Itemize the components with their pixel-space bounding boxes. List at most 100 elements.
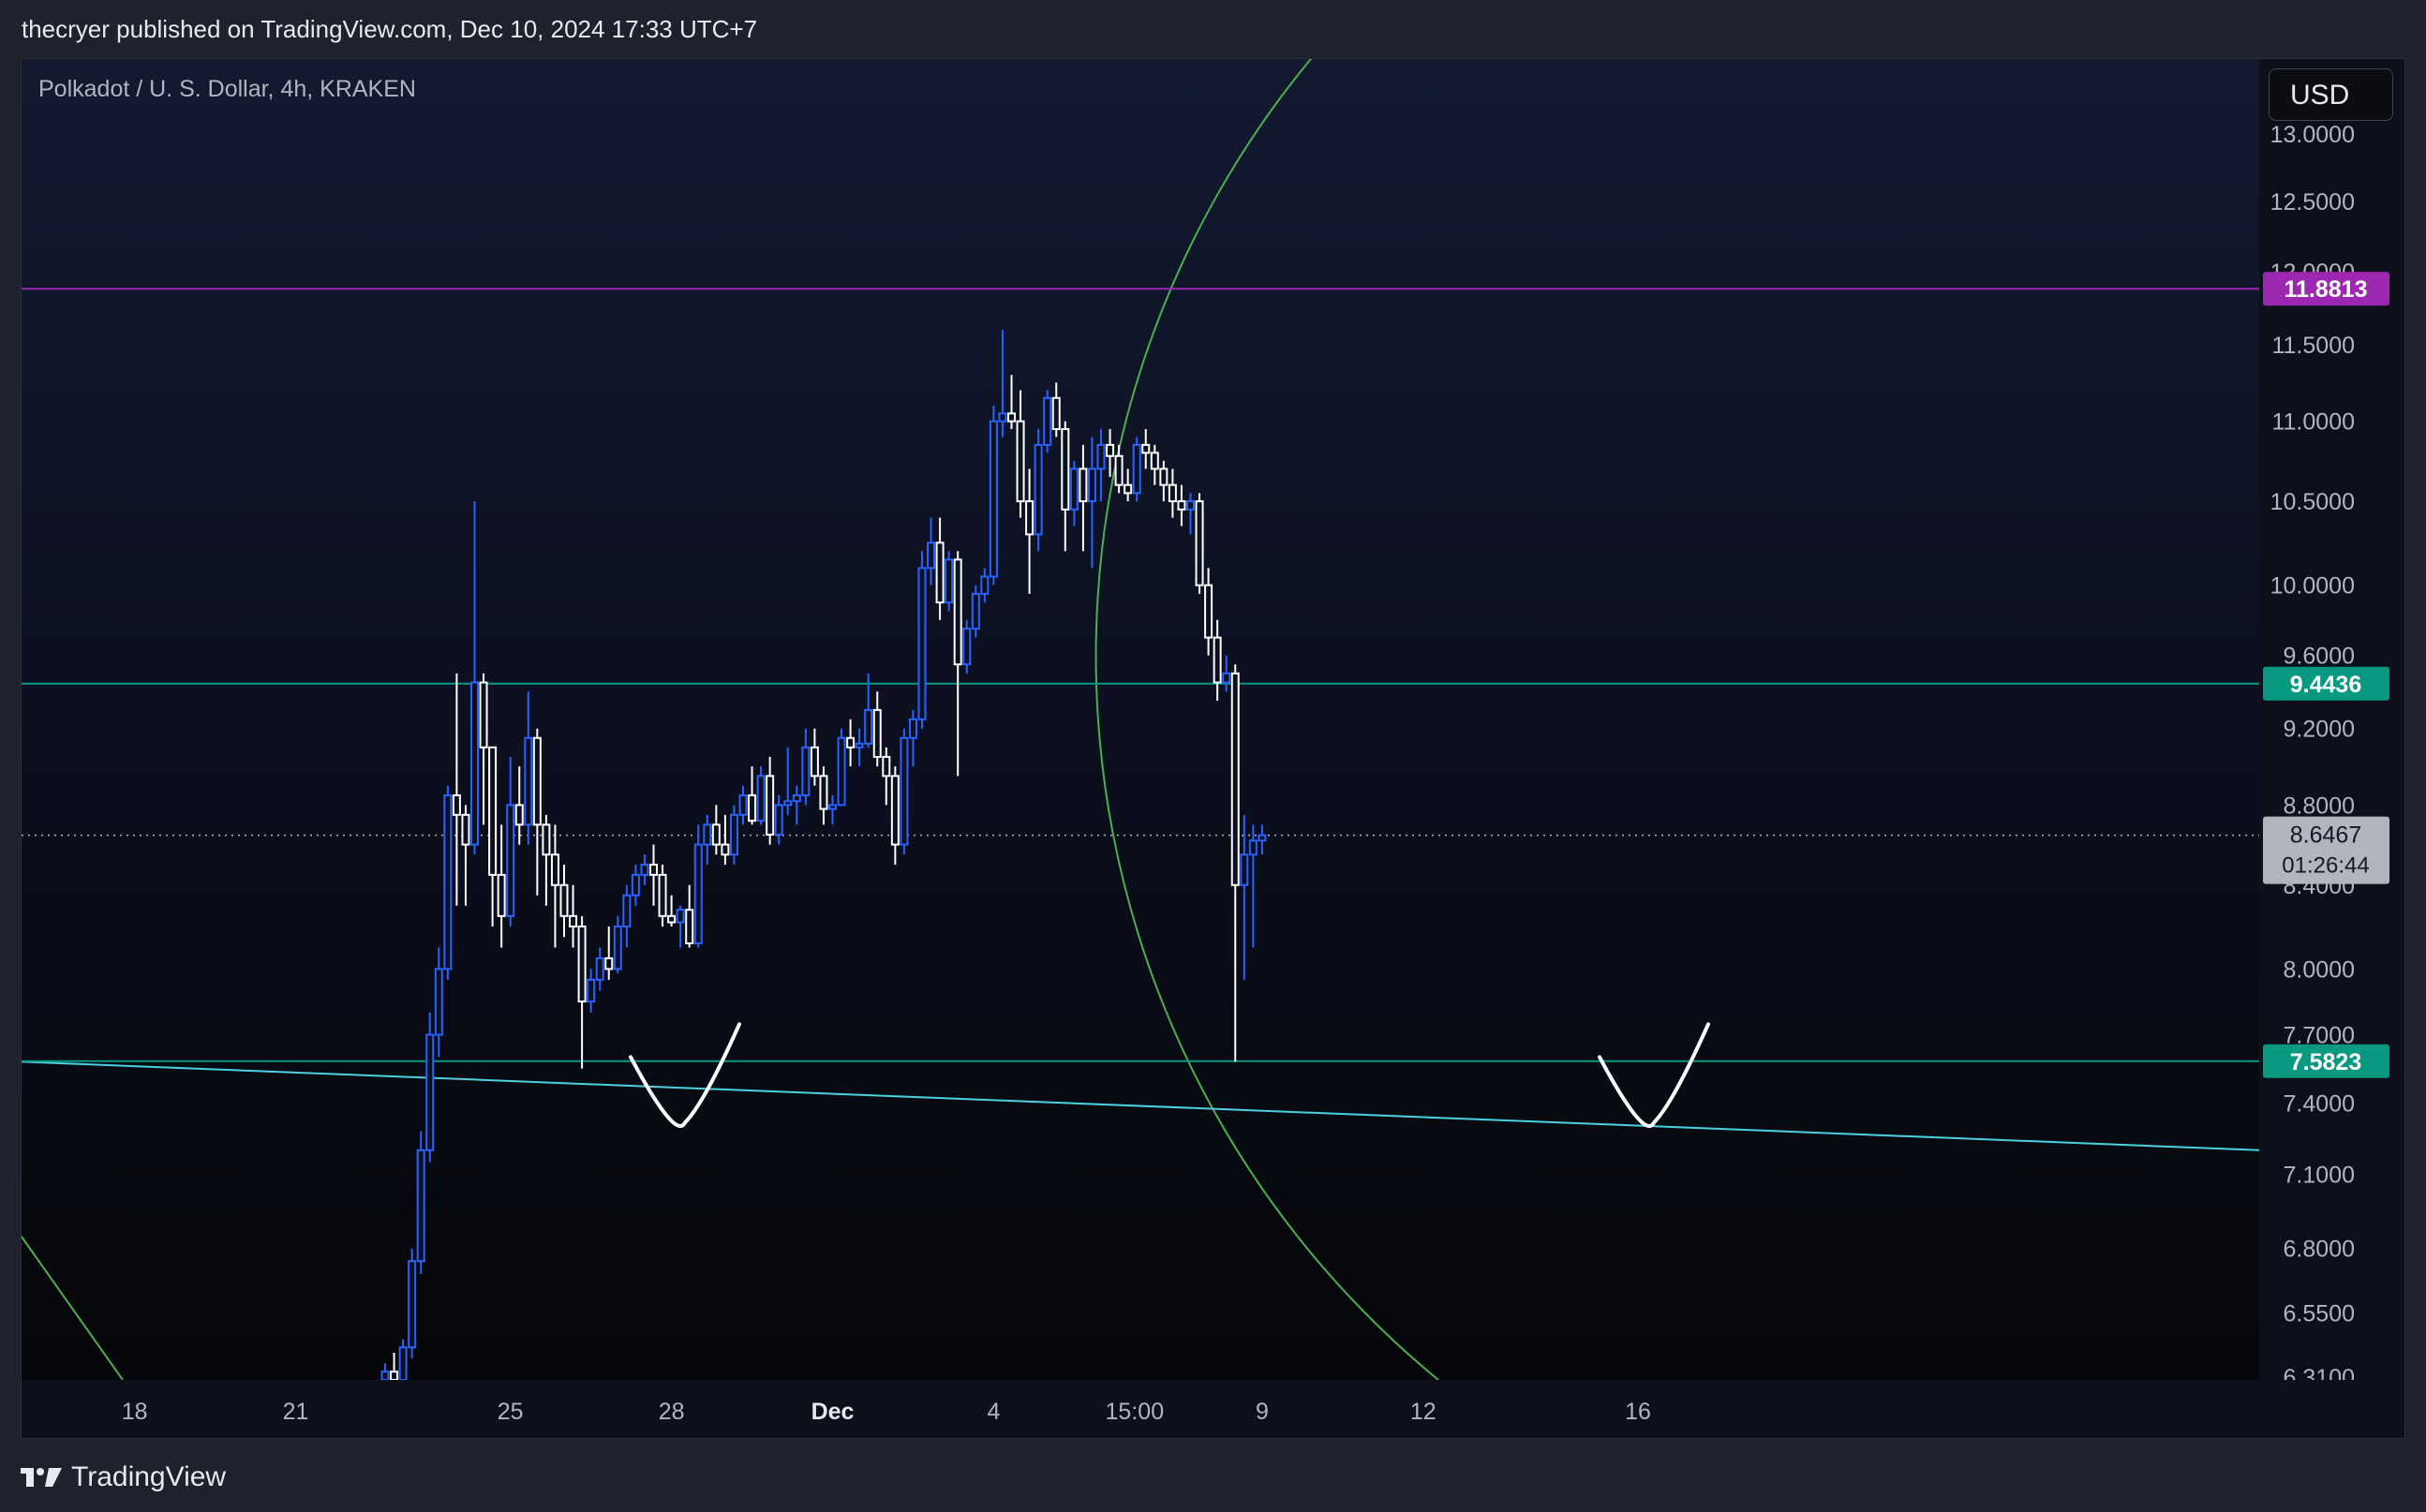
candle-body [488,746,498,876]
publish-info: thecryer published on TradingView.com, D… [22,15,758,43]
candle-body [587,978,596,1003]
y-tick-label: 8.0000 [2284,956,2355,983]
candle-body [434,968,443,1036]
candle-body [1087,467,1096,503]
candle-body [1213,636,1222,684]
top-bar: thecryer published on TradingView.com, D… [0,0,2426,58]
x-tick-label: 16 [1625,1399,1651,1425]
candle-body [1051,396,1061,431]
y-tick-label: 8.8000 [2284,793,2355,819]
candle-body [855,742,864,749]
x-tick-label: 25 [498,1399,524,1425]
candle-body [774,804,783,836]
candle-body [506,804,515,917]
y-tick-label: 9.2000 [2284,717,2355,743]
candle-body [1079,467,1088,503]
candle-body [425,1033,435,1151]
candle-body [810,746,819,778]
candle-body [595,956,604,981]
candle-body [971,592,980,630]
candle-body [631,873,640,897]
candle-body [577,926,587,1003]
candle-body [532,736,542,826]
candle-body [1150,452,1159,470]
arc-drawing-lower [22,1235,124,1381]
candle-body [1061,428,1070,511]
x-tick-label: 12 [1410,1399,1436,1425]
price-chart[interactable]: 13.000012.500012.000011.500011.000010.50… [22,59,2405,1439]
candle-body [479,681,488,749]
x-tick-label: 21 [283,1399,309,1425]
candle-body [846,736,856,749]
candle-body [1007,412,1016,422]
candle-body [1222,672,1231,684]
y-tick-label: 6.8000 [2284,1237,2355,1263]
support-trendline [22,1060,2260,1151]
candle-body [1132,443,1141,495]
candle-body [461,813,470,846]
candle-body [1025,500,1034,536]
candle-body [524,736,533,826]
candle-body [1258,834,1267,842]
candle-body [801,746,811,796]
candle-body [908,718,917,739]
candle-body [1124,483,1133,495]
candle-body [927,541,936,570]
candle-body [408,1260,417,1349]
candle-body [1016,420,1025,503]
candle-body [872,708,882,758]
candle-body [980,575,990,595]
candle-body [1177,500,1186,511]
candle-body [738,793,748,816]
candle-body [748,793,757,823]
y-tick-label: 7.1000 [2284,1162,2355,1188]
candle-body [1141,443,1151,454]
candle-body [837,736,846,807]
candle-body [550,853,559,886]
candle-body [998,412,1007,422]
y-tick-label: 11.0000 [2271,409,2355,436]
y-tick-label: 10.5000 [2270,489,2355,515]
candle-body [917,567,927,720]
candle-body [756,775,766,823]
candle-body [542,823,551,856]
last-price-label: 8.6467 [2290,823,2361,849]
candle-body [1248,839,1258,856]
y-tick-label: 13.0000 [2270,122,2355,148]
checkmark-annotation [1598,1022,1710,1128]
candle-body [935,541,945,604]
candle-body [685,909,694,945]
candle-body [766,775,775,836]
currency-selector[interactable]: USD [2269,68,2393,121]
y-tick-label: 6.5500 [2284,1300,2355,1327]
candle-body [649,864,658,876]
candle-body [1034,443,1043,536]
x-tick-label: Dec [811,1399,855,1425]
candle-body [721,843,730,856]
y-tick-label: 10.0000 [2270,573,2355,600]
candle-body [1240,853,1249,886]
x-tick-label: 15:00 [1106,1399,1165,1425]
candle-body [390,1371,399,1381]
candle-body [1069,467,1079,511]
candle-body [622,894,632,928]
tradingview-logo-icon [21,1468,62,1487]
candle-body [1114,454,1124,486]
candle-body [676,909,685,924]
candle-body [962,628,972,666]
symbol-label: Polkadot / U. S. Dollar, 4h, KRAKEN [38,76,416,102]
candle-body [711,823,721,846]
chart-panel[interactable]: 13.000012.500012.000011.500011.000010.50… [21,58,2405,1439]
y-tick-label: 9.6000 [2284,644,2355,670]
checkmark-annotation [629,1022,741,1128]
candle-body [989,420,998,578]
candle-body [819,775,828,810]
candle-body [1186,500,1195,511]
candle-body [792,793,801,803]
candle-body [945,558,954,604]
candle-body [1195,500,1204,586]
candle-body [1159,467,1168,486]
candle-body [693,843,703,945]
tradingview-brand[interactable]: TradingView [21,1461,226,1493]
candle-body [882,755,891,778]
